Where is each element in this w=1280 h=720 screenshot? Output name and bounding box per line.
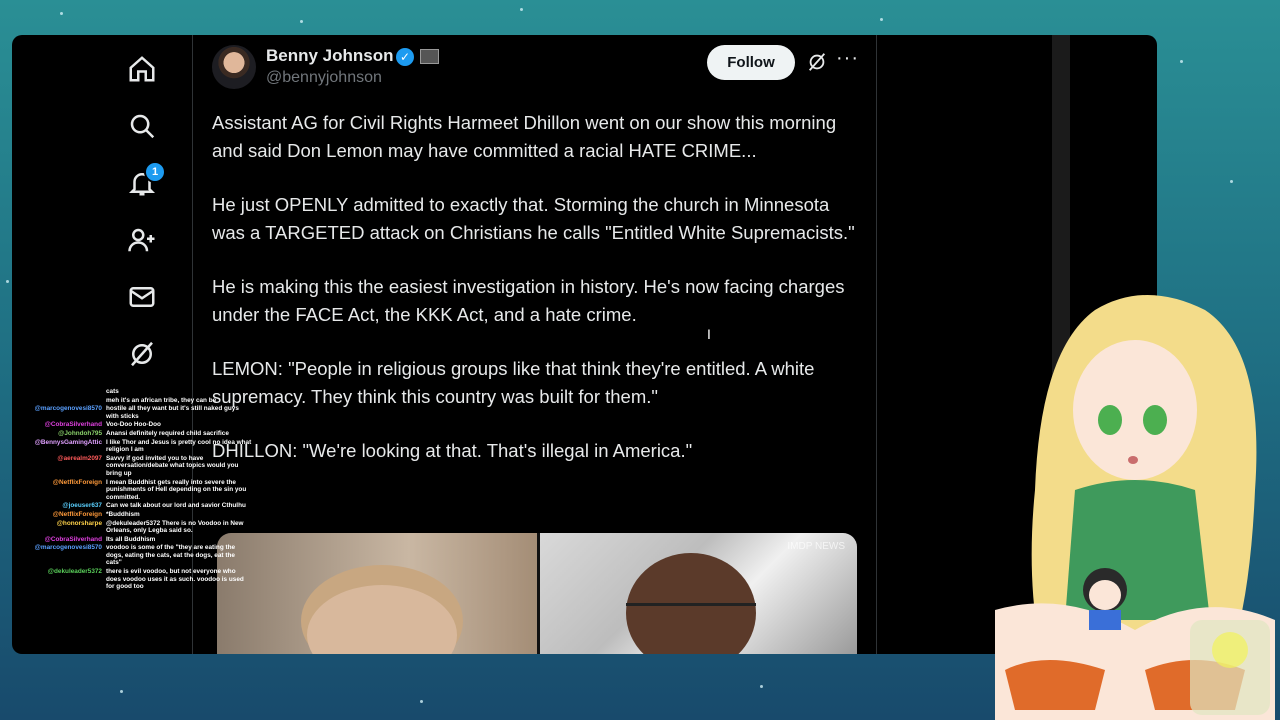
- chat-username: @honorsharpe: [56, 519, 102, 527]
- chat-message: @NetflixForeign *Buddhism: [22, 511, 252, 519]
- follow-button[interactable]: Follow: [707, 45, 795, 80]
- chat-message: @honorsharpe @dekuleader5372 There is no …: [22, 520, 252, 535]
- chat-username: [22, 388, 106, 396]
- chat-text: Can we talk about our lord and savior Ct…: [106, 502, 246, 510]
- chat-text: Its all Buddhism: [106, 535, 156, 543]
- chat-text: I like Thor and Jesus is pretty cool no …: [106, 438, 252, 454]
- chat-username: @aerealm2097: [57, 454, 102, 462]
- chat-username: @joeuser637: [62, 502, 102, 510]
- post-video[interactable]: IMDP NEWS: [217, 533, 857, 654]
- background-star: [1180, 60, 1183, 63]
- chat-message: @CobraSilverhand Voo-Doo Hoo-Doo: [22, 421, 252, 429]
- chat-username: @NetflixForeign: [52, 510, 102, 518]
- chat-text: cats: [106, 388, 119, 395]
- post-paragraph: LEMON: "People in religious groups like …: [212, 358, 815, 407]
- video-right-panel: IMDP NEWS: [540, 533, 857, 654]
- chat-message: cats: [22, 388, 252, 396]
- glasses-shape: [626, 603, 756, 626]
- chat-text: hostile all they want but it's still nak…: [106, 405, 239, 420]
- post-paragraph: He is making this the easiest investigat…: [212, 276, 845, 325]
- chat-message: @BennysGamingAttic I like Thor and Jesus …: [22, 439, 252, 454]
- mail-icon[interactable]: [122, 277, 162, 317]
- background-star: [120, 690, 123, 693]
- vtuber-avatar: [995, 295, 1275, 720]
- chat-username: @Johndoh795: [58, 429, 102, 437]
- video-watermark: IMDP NEWS: [787, 541, 845, 552]
- add-person-icon[interactable]: [122, 220, 162, 260]
- notification-badge: 1: [144, 161, 166, 183]
- post-paragraph: He just OPENLY admitted to exactly that.…: [212, 194, 855, 243]
- chat-text: voodoo is some of the "they are eating t…: [106, 544, 236, 567]
- verified-badge-icon: ✓: [396, 48, 414, 66]
- chat-message: @NetflixForeign I mean Buddhist gets real…: [22, 479, 252, 502]
- chat-username: @CobraSilverhand: [44, 535, 102, 543]
- chat-message: @marcogenovesi8570 hostile all they want …: [22, 405, 252, 420]
- video-left-panel: [217, 533, 537, 654]
- background-star: [1230, 180, 1233, 183]
- bell-icon[interactable]: 1: [122, 161, 166, 203]
- chat-message: @joeuser637 Can we talk about our lord an…: [22, 502, 252, 510]
- person-image: [307, 585, 457, 654]
- chat-text: @dekuleader5372 There is no Voodoo in Ne…: [106, 519, 244, 535]
- post-paragraph: Assistant AG for Civil Rights Harmeet Dh…: [212, 112, 837, 161]
- stream-chat-overlay: cats meh it's an african tribe, they can …: [22, 388, 252, 592]
- background-star: [760, 685, 763, 688]
- chat-username: @NetflixForeign: [52, 478, 102, 486]
- author-name[interactable]: Benny Johnson: [266, 46, 394, 66]
- more-options-button[interactable]: ···: [836, 47, 859, 70]
- grok-icon[interactable]: [122, 334, 162, 374]
- chat-message: @marcogenovesi8570 voodoo is some of the …: [22, 544, 252, 567]
- chat-text: Voo-Doo Hoo-Doo: [106, 421, 161, 429]
- chat-username: @BennysGamingAttic: [34, 438, 102, 446]
- chat-text: I mean Buddhist gets really into severe …: [106, 478, 247, 501]
- column-divider: [876, 35, 877, 654]
- background-star: [880, 18, 883, 21]
- post-paragraph: DHILLON: "We're looking at that. That's …: [212, 440, 693, 461]
- background-star: [60, 12, 63, 15]
- chat-text: Savvy if god invited you to have convers…: [106, 454, 239, 477]
- background-star: [6, 280, 9, 283]
- author-handle[interactable]: @bennyjohnson: [266, 69, 382, 87]
- chat-message: @CobraSilverhand Its all Buddhism: [22, 536, 252, 544]
- background-star: [520, 8, 523, 11]
- chat-text: *Buddhism: [106, 510, 140, 518]
- background-star: [420, 700, 423, 703]
- chat-username: @CobraSilverhand: [44, 421, 102, 429]
- chat-message: meh it's an african tribe, they can be: [22, 397, 252, 405]
- chat-message: @dekuleader5372 there is evil voodoo, but…: [22, 568, 252, 591]
- chat-message: @Johndoh795 Anansi definitely required ch…: [22, 430, 252, 438]
- search-icon[interactable]: [122, 106, 162, 146]
- chat-username: [22, 397, 106, 405]
- grok-explain-icon[interactable]: [806, 51, 828, 73]
- post-body: Assistant AG for Civil Rights Harmeet Dh…: [212, 109, 862, 492]
- chat-username: @marcogenovesi8570: [34, 544, 102, 552]
- affiliation-badge-icon: [420, 49, 439, 64]
- home-icon[interactable]: [122, 49, 162, 89]
- chat-text: Anansi definitely required child sacrifi…: [106, 429, 229, 437]
- avatar[interactable]: [212, 45, 256, 89]
- background-star: [300, 20, 303, 23]
- chat-message: @aerealm2097 Savvy if god invited you to …: [22, 455, 252, 478]
- text-cursor-icon: I: [707, 326, 711, 342]
- post-header: Benny Johnson ✓ @bennyjohnson Follow ···: [212, 45, 862, 95]
- chat-text: there is evil voodoo, but not everyone w…: [106, 568, 244, 591]
- chat-username: @dekuleader5372: [47, 568, 102, 576]
- chat-text: meh it's an african tribe, they can be: [106, 396, 217, 404]
- chat-username: @marcogenovesi8570: [34, 405, 102, 413]
